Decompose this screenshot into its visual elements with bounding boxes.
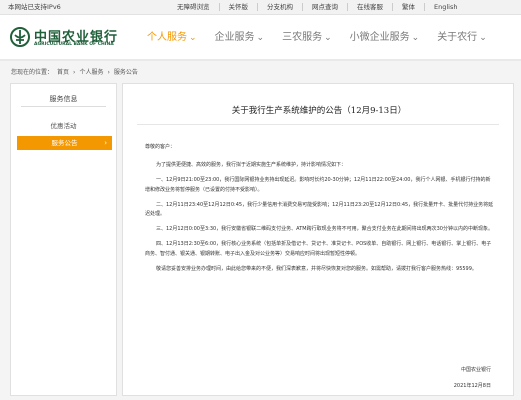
breadcrumb-service-notices[interactable]: 服务公告 bbox=[114, 69, 138, 76]
abc-logo-icon bbox=[10, 27, 30, 47]
breadcrumb-personal-services[interactable]: 个人服务 bbox=[79, 69, 103, 76]
link-english[interactable]: English bbox=[424, 3, 466, 11]
sidebar-item-promotions[interactable]: 优惠活动 bbox=[11, 120, 116, 130]
sidebar-title: 服务信息 bbox=[49, 95, 78, 103]
sidebar-item-service-notices[interactable]: 服务公告 › bbox=[17, 136, 112, 150]
announcement-panel: 关于我行生产系统维护的公告（12月9-13日） 尊敬的客户： 为了提供更便捷、高… bbox=[122, 83, 514, 396]
salutation: 尊敬的客户： bbox=[145, 144, 176, 150]
paragraph: 二、12月11日23:40至12月12日0:45，我行少量信用卡消费交易可能受影… bbox=[145, 201, 494, 218]
breadcrumb-separator: › bbox=[107, 69, 110, 76]
nav-agriculture-services[interactable]: 三农服务 ⌄ bbox=[273, 15, 341, 60]
nav-small-business-services[interactable]: 小微企业服务 ⌄ bbox=[341, 15, 429, 60]
paragraph: 为了提供更便捷、高效的服务，我行拟于近期实施生产系统维护，持计影响情况如下： bbox=[156, 162, 347, 169]
chevron-down-icon: ⌄ bbox=[479, 33, 487, 43]
link-outlet-search[interactable]: 网点查询 bbox=[302, 3, 347, 11]
brand-name-en: AGRICULTURAL BANK OF CHINA bbox=[34, 42, 114, 47]
paragraph: 敬请您妥善安排业务办理时间，由此给您带来的不便，我们深表歉意，并将尽快恢复对您的… bbox=[156, 265, 477, 272]
chevron-down-icon: ⌄ bbox=[411, 33, 420, 43]
announcement-title: 关于我行生产系统维护的公告（12月9-13日） bbox=[231, 106, 407, 116]
header-divider bbox=[0, 59, 521, 61]
paragraph: 三、12月12日0:00至3:30，我行安徽省银联二维码支付业务、ATM跨行取现… bbox=[156, 226, 493, 233]
site-header: 中国农业银行 AGRICULTURAL BANK OF CHINA 个人服务 ⌄ … bbox=[0, 15, 521, 60]
signature-date: 2021年12月8日 bbox=[453, 383, 491, 389]
sidebar-divider bbox=[21, 106, 106, 107]
top-links: 无障碍浏览 关怀版 分支机构 网点查询 在线客服 繁体 English bbox=[168, 0, 466, 11]
link-care-mode[interactable]: 关怀版 bbox=[218, 3, 258, 11]
chevron-down-icon: ⌄ bbox=[256, 33, 265, 43]
link-online-service[interactable]: 在线客服 bbox=[347, 3, 392, 11]
nav-personal-services[interactable]: 个人服务 ⌄ bbox=[138, 15, 206, 60]
link-branches[interactable]: 分支机构 bbox=[257, 3, 302, 11]
signature-org: 中国农业银行 bbox=[460, 367, 491, 373]
title-divider bbox=[137, 124, 499, 125]
paragraph: 一、12月9日21:00至23:00，我行国际网银持业务持出现延迟。影响时长约2… bbox=[145, 177, 491, 193]
link-traditional-chinese[interactable]: 繁体 bbox=[392, 3, 424, 11]
breadcrumb-separator: › bbox=[73, 69, 76, 76]
breadcrumb-prefix: 您现在的位置： bbox=[11, 69, 54, 76]
nav-corporate-services[interactable]: 企业服务 ⌄ bbox=[206, 15, 274, 60]
chevron-right-icon: › bbox=[104, 139, 107, 147]
paragraph: 四、12月13日2:30至6:00，我行核心业务系统（包括单折及借记卡、贷记卡、… bbox=[145, 241, 492, 257]
nav-about-abc[interactable]: 关于农行 ⌄ bbox=[428, 15, 496, 60]
sidebar: 服务信息 优惠活动 服务公告 › bbox=[10, 83, 117, 396]
chevron-down-icon: ⌄ bbox=[324, 33, 332, 43]
announcement-body: 尊敬的客户： 为了提供更便捷、高效的服务，我行拟于近期实施生产系统维护，持计影响… bbox=[145, 143, 495, 280]
sidebar-item-label: 服务公告 bbox=[51, 139, 78, 147]
link-accessibility[interactable]: 无障碍浏览 bbox=[168, 3, 219, 11]
breadcrumb-home[interactable]: 首页 bbox=[57, 69, 69, 76]
breadcrumb: 您现在的位置： 首页 › 个人服务 › 服务公告 bbox=[11, 67, 142, 76]
main-nav: 个人服务 ⌄ 企业服务 ⌄ 三农服务 ⌄ 小微企业服务 ⌄ 关于农行 ⌄ bbox=[138, 15, 496, 60]
ipv6-notice: 本网站已支持IPv6 bbox=[8, 3, 61, 11]
chevron-down-icon: ⌄ bbox=[189, 33, 197, 43]
top-utility-bar: 本网站已支持IPv6 无障碍浏览 关怀版 分支机构 网点查询 在线客服 繁体 E… bbox=[0, 0, 521, 15]
